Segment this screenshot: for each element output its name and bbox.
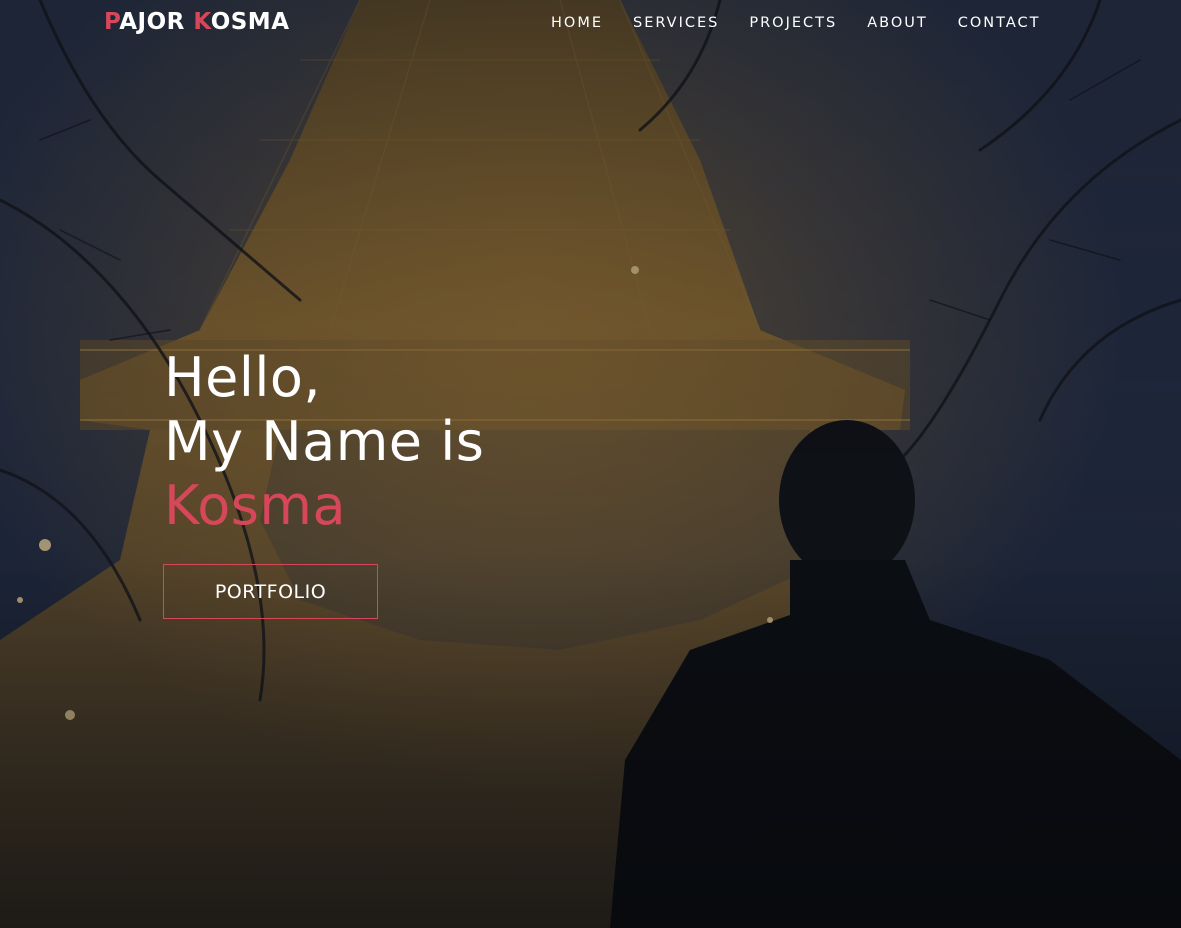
portfolio-button[interactable]: PORTFOLIO bbox=[163, 564, 378, 619]
nav-link-contact[interactable]: CONTACT bbox=[958, 15, 1041, 31]
nav-link-services[interactable]: SERVICES bbox=[633, 15, 719, 31]
logo-text-second: OSMA bbox=[210, 9, 290, 35]
hero-intro: My Name is bbox=[164, 410, 485, 473]
site-logo[interactable]: PAJOR KOSMA bbox=[104, 9, 290, 35]
site-header: PAJOR KOSMA HOME SERVICES PROJECTS ABOUT… bbox=[0, 0, 1181, 48]
logo-text-first: AJOR bbox=[119, 9, 185, 35]
hero-name: Kosma bbox=[164, 474, 347, 537]
hero-headline: Hello, My Name is Kosma bbox=[164, 346, 484, 538]
logo-initial-p: P bbox=[104, 9, 120, 35]
nav-link-projects[interactable]: PROJECTS bbox=[749, 15, 837, 31]
hero-greeting: Hello, bbox=[164, 346, 322, 409]
main-nav: HOME SERVICES PROJECTS ABOUT CONTACT bbox=[551, 15, 1040, 31]
nav-link-home[interactable]: HOME bbox=[551, 15, 603, 31]
hero-section: PAJOR KOSMA HOME SERVICES PROJECTS ABOUT… bbox=[0, 0, 1181, 928]
nav-link-about[interactable]: ABOUT bbox=[867, 15, 928, 31]
logo-initial-k: K bbox=[193, 9, 211, 35]
